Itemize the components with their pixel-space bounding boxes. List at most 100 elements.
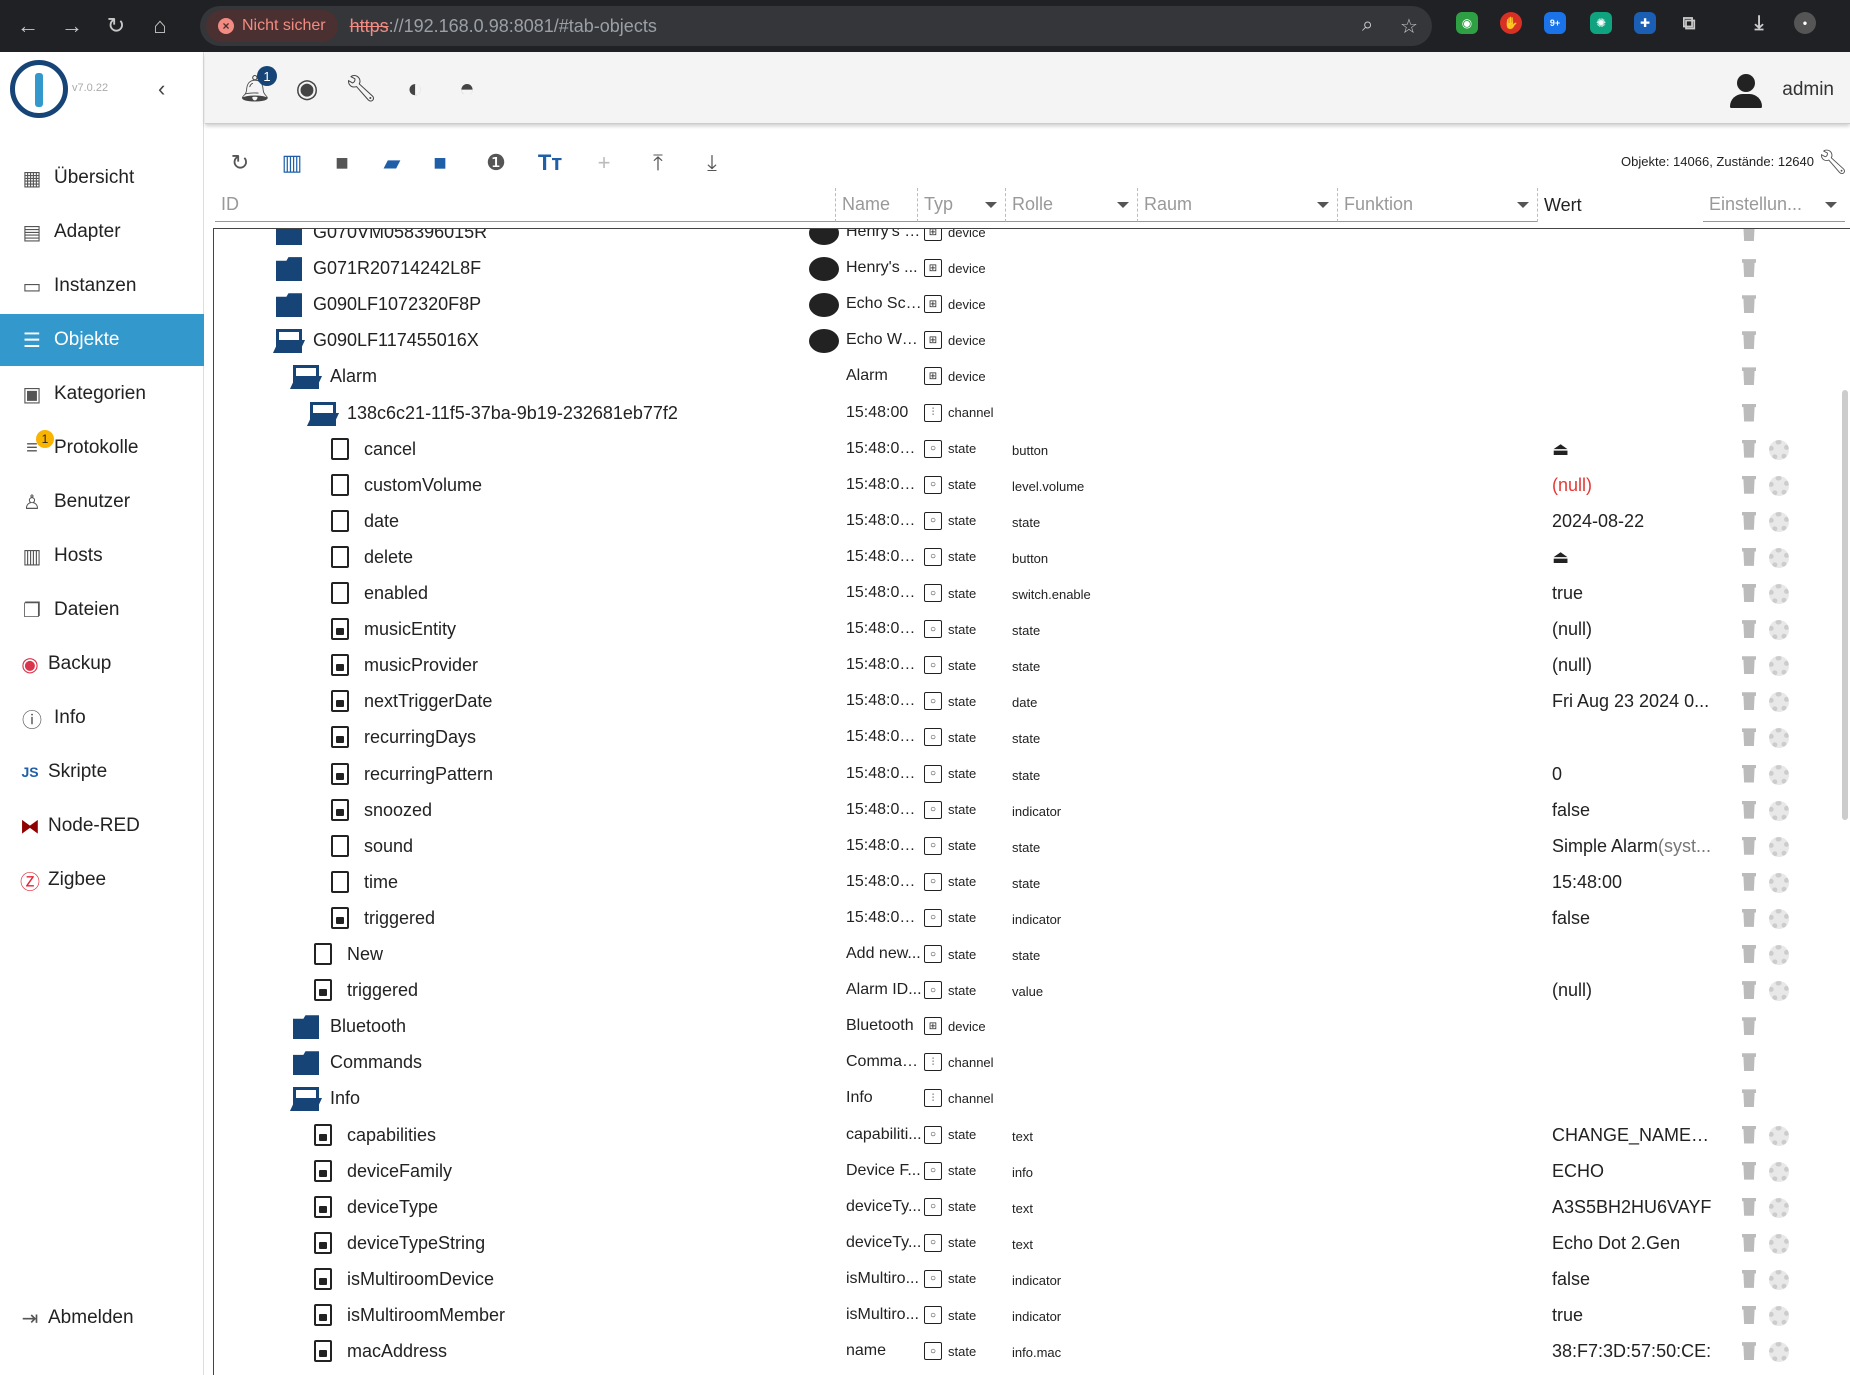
extension-green-icon[interactable]: ◉	[1456, 12, 1478, 34]
tree-row[interactable]: isMultiroomDevice isMultiro... ○ state indic…	[214, 1262, 1839, 1298]
download-icon[interactable]: ⤓	[695, 146, 729, 180]
tree-row[interactable]: deviceTypeString deviceTy... ○ state text Ech…	[214, 1226, 1839, 1262]
object-value[interactable]: false	[1552, 800, 1712, 821]
sidebar-item-instanzen[interactable]: ▭ Instanzen	[0, 260, 204, 312]
folder-icon[interactable]	[276, 257, 302, 282]
settings-gear-icon[interactable]	[1769, 945, 1789, 965]
object-value[interactable]: (null)	[1552, 655, 1712, 676]
collapse-chevron-icon[interactable]: ‹	[158, 76, 165, 102]
add-icon[interactable]: +	[587, 146, 621, 180]
tree-row[interactable]: deviceType deviceTy... ○ state text A3S5BH2HU…	[214, 1190, 1839, 1226]
delete-trash-icon[interactable]	[1742, 1197, 1756, 1216]
settings-wrench-icon[interactable]: 🔧︎	[1818, 148, 1848, 177]
settings-gear-icon[interactable]	[1769, 836, 1789, 857]
tree-row[interactable]: G071R20714242L8F Henry's ... ⊞ device	[214, 251, 1839, 287]
object-value[interactable]: A3S5BH2HU6VAYF	[1552, 1197, 1712, 1218]
tree-row[interactable]: Bluetooth Bluetooth ⊞ device	[214, 1009, 1839, 1045]
tree-row[interactable]: cancel 15:48:00 ... ○ state button ⏏	[214, 432, 1839, 468]
delete-trash-icon[interactable]	[1742, 728, 1756, 747]
tree-row[interactable]: 138c6c21-11f5-37ba-9b19-232681eb77f2 15:4…	[214, 396, 1839, 432]
object-value[interactable]: 38:F7:3D:57:50:CE:	[1552, 1341, 1712, 1362]
folder-icon[interactable]: ■	[325, 146, 359, 180]
wrench-icon[interactable]: 🔧︎	[343, 70, 379, 106]
profile-avatar[interactable]: •	[1794, 12, 1816, 34]
tree-row[interactable]: recurringDays 15:48:00 ... ○ state state	[214, 720, 1839, 756]
extension-blue-icon[interactable]: ✚	[1634, 12, 1656, 34]
tree-row[interactable]: macAddress name ○ state info.mac 38:F7:3D:57:…	[214, 1334, 1839, 1370]
tree-row[interactable]: Info Info ⫶ channel	[214, 1081, 1839, 1117]
tree-scrollbar[interactable]	[1842, 390, 1848, 820]
tree-row[interactable]: G070VM058396015R Henry's F... ⊞ device	[214, 229, 1839, 251]
object-value[interactable]: (null)	[1552, 980, 1712, 1001]
extension-badge-icon[interactable]: 9+	[1544, 12, 1566, 34]
type-filter-select[interactable]: Typ	[917, 188, 1005, 222]
delete-trash-icon[interactable]	[1742, 872, 1756, 891]
folder-icon[interactable]	[276, 229, 302, 245]
text-size-icon[interactable]: Tт	[533, 146, 567, 180]
notifications-bell-icon[interactable]: 🔔︎ 1	[237, 66, 277, 106]
logout-button[interactable]: ⇥ Abmelden	[0, 1292, 204, 1344]
object-value[interactable]: Echo Dot 2.Gen	[1552, 1233, 1712, 1254]
sidebar-item-info[interactable]: ⓘ Info	[0, 692, 204, 744]
settings-gear-icon[interactable]	[1769, 1233, 1789, 1254]
folder-icon[interactable]	[293, 1015, 319, 1040]
tree-row[interactable]: Alarm Alarm ⊞ device	[214, 359, 1839, 395]
delete-trash-icon[interactable]	[1742, 295, 1756, 314]
expert-mode-head-icon[interactable]: ◓	[449, 70, 485, 106]
extension-openai-icon[interactable]: ✺	[1590, 12, 1612, 34]
settings-gear-icon[interactable]	[1769, 1306, 1789, 1326]
delete-trash-icon[interactable]	[1742, 836, 1756, 855]
sidebar-item-adapter[interactable]: ▤ Adapter	[0, 206, 204, 258]
object-value[interactable]: CHANGE_NAME,A...	[1552, 1125, 1712, 1146]
settings-gear-icon[interactable]	[1769, 764, 1789, 785]
settings-gear-icon[interactable]	[1769, 511, 1789, 532]
extensions-puzzle-icon[interactable]: ⧉	[1678, 12, 1700, 34]
settings-gear-icon[interactable]	[1769, 620, 1789, 641]
delete-trash-icon[interactable]	[1742, 331, 1756, 350]
delete-trash-icon[interactable]	[1742, 1017, 1756, 1036]
delete-trash-icon[interactable]	[1742, 620, 1756, 639]
folder-open-icon[interactable]	[293, 365, 319, 390]
settings-gear-icon[interactable]	[1769, 439, 1789, 460]
tree-row[interactable]: sound 15:48:00 ... ○ state state Simple Alarm…	[214, 829, 1839, 865]
sidebar-item-hosts[interactable]: ▥ Hosts	[0, 530, 204, 582]
delete-trash-icon[interactable]	[1742, 229, 1756, 241]
sidebar-item-node-red[interactable]: ⧓ Node-RED	[0, 800, 204, 852]
settings-gear-icon[interactable]	[1769, 547, 1789, 568]
object-value[interactable]: false	[1552, 908, 1712, 929]
object-value[interactable]: ⏏	[1552, 547, 1712, 568]
refresh-icon[interactable]: ↻	[223, 146, 257, 180]
delete-trash-icon[interactable]	[1742, 1269, 1756, 1288]
settings-gear-icon[interactable]	[1769, 1342, 1789, 1363]
address-bar[interactable]: × Nicht sicher https://192.168.0.98:8081…	[200, 6, 1432, 46]
tree-row[interactable]: musicEntity 15:48:00 ... ○ state state (null)	[214, 612, 1839, 648]
user-menu[interactable]: admin	[1728, 72, 1834, 108]
settings-gear-icon[interactable]	[1769, 1125, 1789, 1146]
delete-trash-icon[interactable]	[1742, 367, 1756, 386]
object-value[interactable]: true	[1552, 583, 1712, 604]
object-value[interactable]: 15:48:00	[1552, 872, 1712, 893]
settings-gear-icon[interactable]	[1769, 908, 1789, 929]
tree-row[interactable]: triggered 15:48:00 ... ○ state indicator fals…	[214, 901, 1839, 937]
folder-open-icon[interactable]	[276, 329, 302, 354]
sidebar-item-objekte[interactable]: ☰ Objekte	[0, 314, 204, 366]
delete-trash-icon[interactable]	[1742, 475, 1756, 494]
folder-open-icon[interactable]	[310, 401, 336, 426]
settings-gear-icon[interactable]	[1769, 1161, 1789, 1182]
sidebar-item-uebersicht[interactable]: ▦ Übersicht	[0, 152, 204, 204]
security-chip[interactable]: × Nicht sicher	[206, 10, 338, 42]
tree-row[interactable]: G090LF117455016X Echo Wo... ⊞ device	[214, 323, 1839, 359]
tree-row[interactable]: nextTriggerDate 15:48:00 ... ○ state date Fri…	[214, 684, 1839, 720]
tree-row[interactable]: time 15:48:00 ... ○ state state 15:48:00	[214, 865, 1839, 901]
delete-trash-icon[interactable]	[1742, 403, 1756, 422]
sidebar-item-skripte[interactable]: JS Skripte	[0, 746, 204, 798]
sidebar-item-kategorien[interactable]: ▣ Kategorien	[0, 368, 204, 420]
tree-row[interactable]: New Add new... ○ state state	[214, 937, 1839, 973]
delete-trash-icon[interactable]	[1742, 511, 1756, 530]
delete-trash-icon[interactable]	[1742, 981, 1756, 1000]
brightness-icon[interactable]: ◐	[397, 70, 433, 106]
delete-trash-icon[interactable]	[1742, 656, 1756, 675]
object-value[interactable]: 2024-08-22	[1552, 511, 1712, 532]
object-value[interactable]: Simple Alarm(syst...	[1552, 836, 1712, 857]
folder-open-icon[interactable]	[293, 1087, 319, 1112]
